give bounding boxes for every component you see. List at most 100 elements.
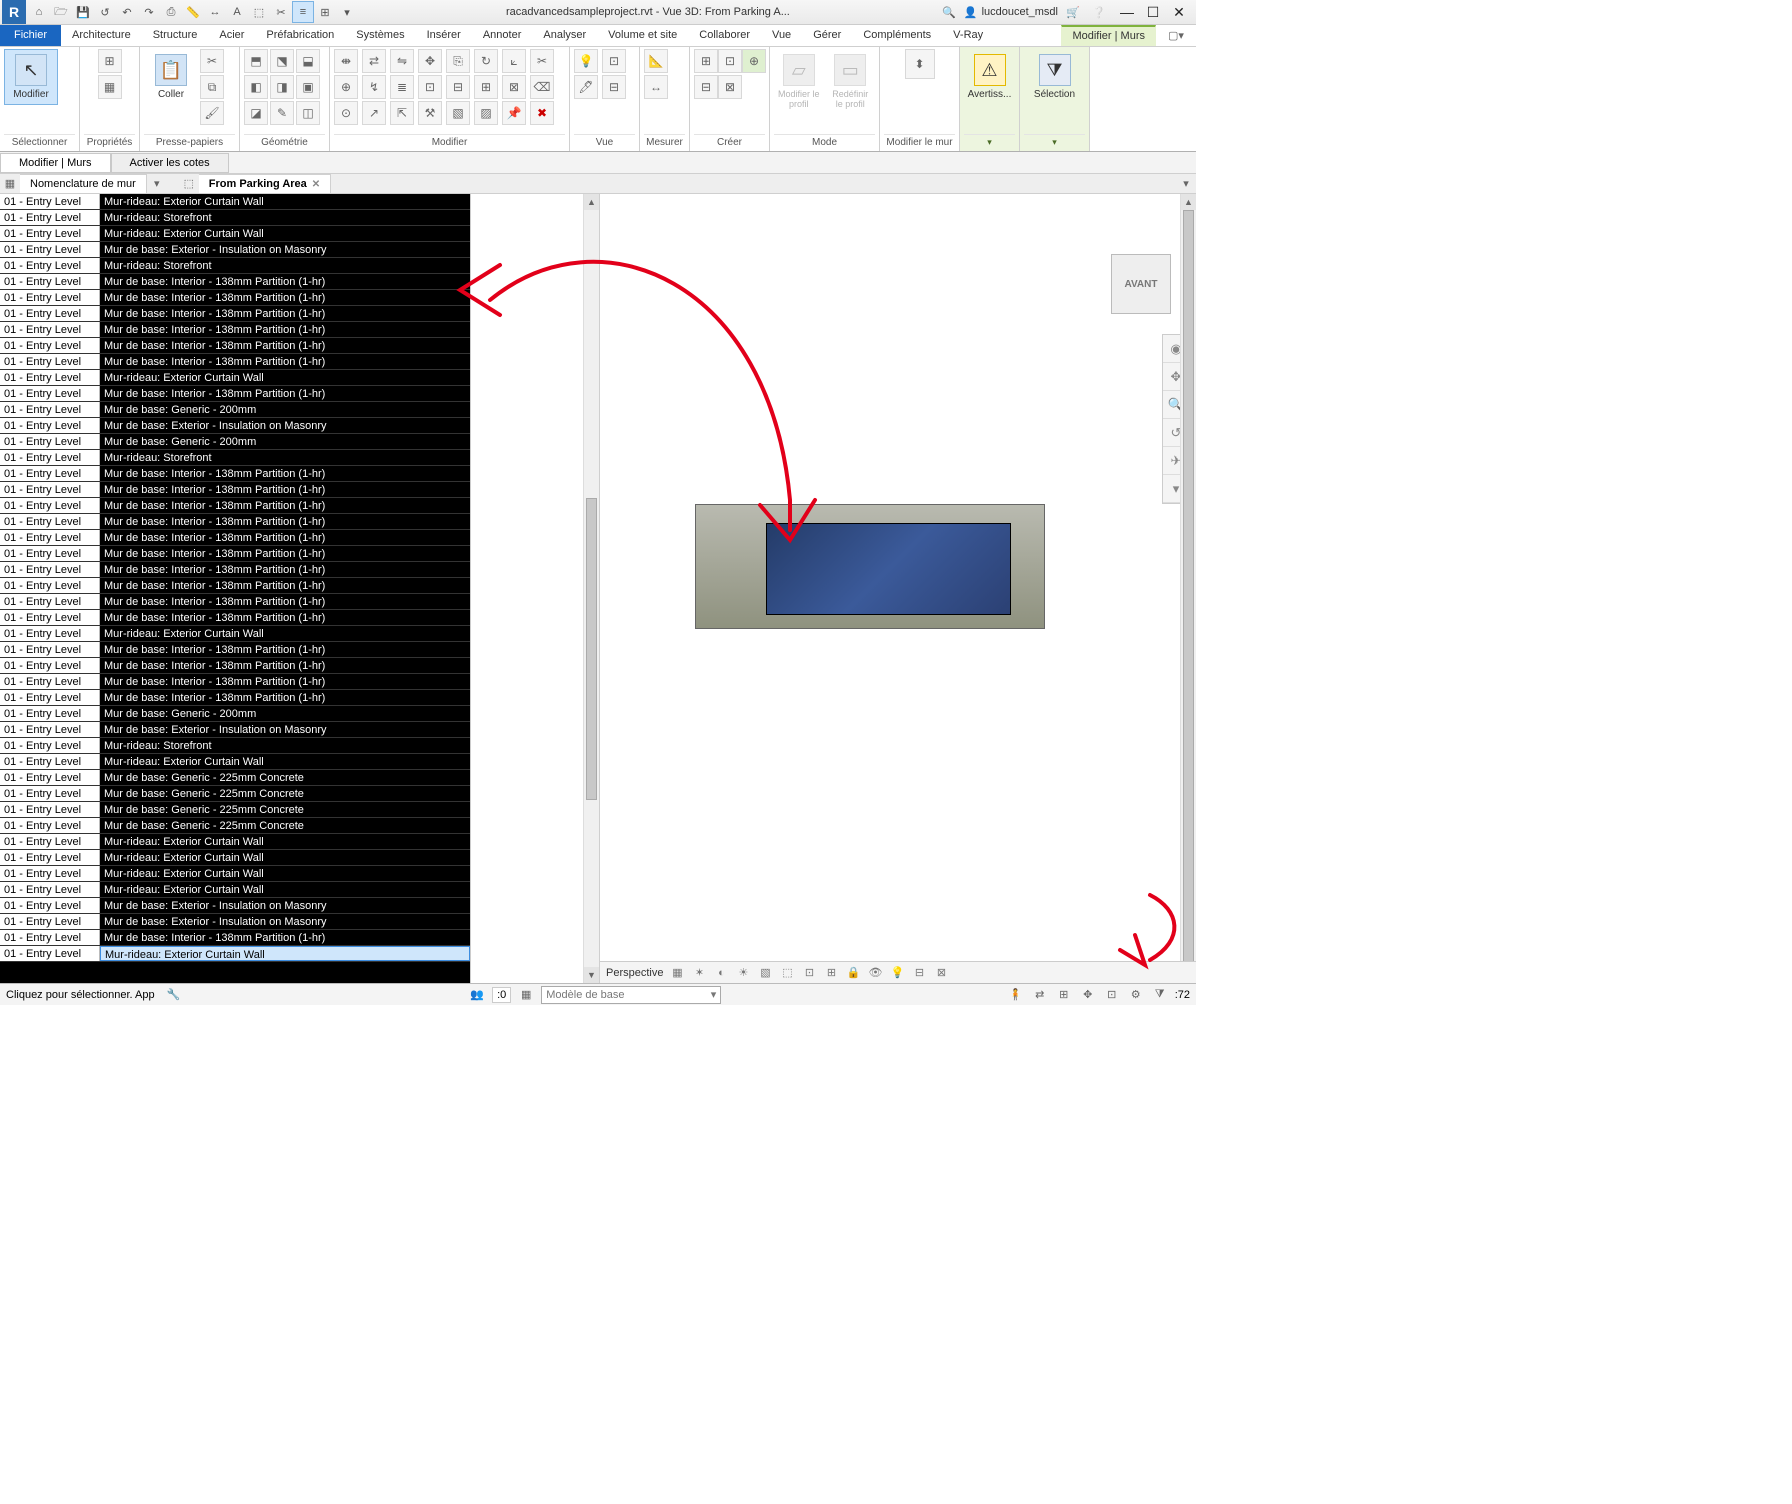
cell-type[interactable]: Mur de base: Interior - 138mm Partition … xyxy=(100,610,470,625)
close-hidden-icon[interactable]: ⊞ xyxy=(314,1,336,23)
cell-level[interactable]: 01 - Entry Level xyxy=(0,498,100,513)
crop-visible-icon[interactable]: ⊞ xyxy=(823,965,839,981)
offset-icon[interactable]: ⇄ xyxy=(362,49,386,73)
cell-type[interactable]: Mur-rideau: Storefront xyxy=(100,450,470,465)
tab-vue[interactable]: Vue xyxy=(761,25,802,46)
panel-drop[interactable]: ▾ xyxy=(964,134,1015,151)
table-row[interactable]: 01 - Entry LevelMur de base: Generic - 2… xyxy=(0,786,470,802)
table-row[interactable]: 01 - Entry LevelMur-rideau: Exterior Cur… xyxy=(0,834,470,850)
cell-type[interactable]: Mur de base: Interior - 138mm Partition … xyxy=(100,290,470,305)
lock-icon[interactable]: 🔒 xyxy=(845,965,861,981)
m18-icon[interactable]: ↗ xyxy=(362,101,386,125)
vc13-icon[interactable]: ⊠ xyxy=(933,965,949,981)
table-row[interactable]: 01 - Entry LevelMur de base: Interior - … xyxy=(0,690,470,706)
cell-type[interactable]: Mur-rideau: Exterior Curtain Wall xyxy=(100,882,470,897)
cell-type[interactable]: Mur de base: Interior - 138mm Partition … xyxy=(100,482,470,497)
c5-icon[interactable]: ⊠ xyxy=(718,75,742,99)
table-row[interactable]: 01 - Entry LevelMur de base: Interior - … xyxy=(0,658,470,674)
c4-icon[interactable]: ⊟ xyxy=(694,75,718,99)
cell-level[interactable]: 01 - Entry Level xyxy=(0,946,100,961)
cell-type[interactable]: Mur de base: Interior - 138mm Partition … xyxy=(100,658,470,673)
tab-dropdown-icon[interactable]: ▾ xyxy=(147,174,167,193)
table-row[interactable]: 01 - Entry LevelMur de base: Interior - … xyxy=(0,338,470,354)
cell-type[interactable]: Mur-rideau: Exterior Curtain Wall xyxy=(100,946,470,961)
cell-level[interactable]: 01 - Entry Level xyxy=(0,882,100,897)
m9-icon[interactable]: ⊕ xyxy=(334,75,358,99)
v1-icon[interactable]: 💡 xyxy=(574,49,598,73)
m14-icon[interactable]: ⊞ xyxy=(474,75,498,99)
m19-icon[interactable]: ⇱ xyxy=(390,101,414,125)
sync-icon[interactable]: ↺ xyxy=(94,1,116,23)
cell-type[interactable]: Mur de base: Interior - 138mm Partition … xyxy=(100,386,470,401)
cell-level[interactable]: 01 - Entry Level xyxy=(0,322,100,337)
maximize-button[interactable]: ☐ xyxy=(1140,2,1166,22)
cell-type[interactable]: Mur de base: Interior - 138mm Partition … xyxy=(100,338,470,353)
c2-icon[interactable]: ⊡ xyxy=(718,49,742,73)
cell-level[interactable]: 01 - Entry Level xyxy=(0,530,100,545)
table-row[interactable]: 01 - Entry LevelMur-rideau: Exterior Cur… xyxy=(0,946,470,962)
table-row[interactable]: 01 - Entry LevelMur de base: Generic - 2… xyxy=(0,770,470,786)
view-mode-label[interactable]: Perspective xyxy=(606,967,663,979)
cell-type[interactable]: Mur de base: Interior - 138mm Partition … xyxy=(100,674,470,689)
cell-type[interactable]: Mur de base: Interior - 138mm Partition … xyxy=(100,578,470,593)
cell-level[interactable]: 01 - Entry Level xyxy=(0,450,100,465)
cell-type[interactable]: Mur de base: Interior - 138mm Partition … xyxy=(100,322,470,337)
cell-level[interactable]: 01 - Entry Level xyxy=(0,226,100,241)
table-row[interactable]: 01 - Entry LevelMur de base: Exterior - … xyxy=(0,722,470,738)
table-row[interactable]: 01 - Entry LevelMur-rideau: Storefront xyxy=(0,450,470,466)
cell-type[interactable]: Mur de base: Generic - 200mm xyxy=(100,402,470,417)
home-icon[interactable]: ⌂ xyxy=(28,1,50,23)
m20-icon[interactable]: ⚒ xyxy=(418,101,442,125)
type-prop-icon[interactable]: ⊞ xyxy=(98,49,122,73)
cell-level[interactable]: 01 - Entry Level xyxy=(0,626,100,641)
cell-level[interactable]: 01 - Entry Level xyxy=(0,690,100,705)
worksets-icon[interactable]: 👥 xyxy=(468,986,486,1004)
visual-style-icon[interactable]: ◐ xyxy=(713,965,729,981)
table-row[interactable]: 01 - Entry LevelMur-rideau: Exterior Cur… xyxy=(0,626,470,642)
m10-icon[interactable]: ↯ xyxy=(362,75,386,99)
measure-tool-icon[interactable]: 📐 xyxy=(644,49,668,73)
m11-icon[interactable]: ≣ xyxy=(390,75,414,99)
g7-icon[interactable]: ◪ xyxy=(244,101,268,125)
detail-icon[interactable]: ✶ xyxy=(691,965,707,981)
table-row[interactable]: 01 - Entry LevelMur-rideau: Exterior Cur… xyxy=(0,370,470,386)
schedule-grid[interactable]: 01 - Entry LevelMur-rideau: Exterior Cur… xyxy=(0,194,470,983)
s3-icon[interactable]: ⊞ xyxy=(1055,986,1073,1004)
render-icon[interactable]: ⬚ xyxy=(779,965,795,981)
table-row[interactable]: 01 - Entry LevelMur de base: Generic - 2… xyxy=(0,434,470,450)
table-row[interactable]: 01 - Entry LevelMur de base: Exterior - … xyxy=(0,914,470,930)
cell-level[interactable]: 01 - Entry Level xyxy=(0,386,100,401)
table-row[interactable]: 01 - Entry LevelMur de base: Exterior - … xyxy=(0,898,470,914)
cell-level[interactable]: 01 - Entry Level xyxy=(0,722,100,737)
tab-architecture[interactable]: Architecture xyxy=(61,25,142,46)
m22-icon[interactable]: ▨ xyxy=(474,101,498,125)
cell-type[interactable]: Mur de base: Interior - 138mm Partition … xyxy=(100,562,470,577)
v2-icon[interactable]: ⊡ xyxy=(602,49,626,73)
ribbon-collapse-icon[interactable]: ▢▾ xyxy=(1156,25,1196,46)
print-icon[interactable]: ⎙ xyxy=(160,1,182,23)
cell-level[interactable]: 01 - Entry Level xyxy=(0,482,100,497)
table-row[interactable]: 01 - Entry LevelMur-rideau: Exterior Cur… xyxy=(0,754,470,770)
align-icon[interactable]: ⇼ xyxy=(334,49,358,73)
table-row[interactable]: 01 - Entry LevelMur-rideau: Exterior Cur… xyxy=(0,866,470,882)
tab-complements[interactable]: Compléments xyxy=(852,25,942,46)
table-row[interactable]: 01 - Entry LevelMur de base: Exterior - … xyxy=(0,242,470,258)
warnings-button[interactable]: ⚠Avertiss... xyxy=(964,49,1015,105)
cell-level[interactable]: 01 - Entry Level xyxy=(0,674,100,689)
trim-icon[interactable]: ⟀ xyxy=(502,49,526,73)
m13-icon[interactable]: ⊟ xyxy=(446,75,470,99)
shadows-icon[interactable]: ▧ xyxy=(757,965,773,981)
scroll-up-icon[interactable]: ▲ xyxy=(1181,194,1196,210)
cell-level[interactable]: 01 - Entry Level xyxy=(0,418,100,433)
cell-type[interactable]: Mur de base: Interior - 138mm Partition … xyxy=(100,354,470,369)
cut-geom-icon[interactable]: ⬔ xyxy=(270,49,294,73)
cell-level[interactable]: 01 - Entry Level xyxy=(0,194,100,209)
cell-level[interactable]: 01 - Entry Level xyxy=(0,274,100,289)
vc12-icon[interactable]: ⊟ xyxy=(911,965,927,981)
g4-icon[interactable]: ◧ xyxy=(244,75,268,99)
cell-type[interactable]: Mur de base: Generic - 225mm Concrete xyxy=(100,802,470,817)
tab-vray[interactable]: V-Ray xyxy=(942,25,994,46)
dimension-icon[interactable]: ↔ xyxy=(204,1,226,23)
cell-level[interactable]: 01 - Entry Level xyxy=(0,578,100,593)
table-row[interactable]: 01 - Entry LevelMur de base: Interior - … xyxy=(0,498,470,514)
